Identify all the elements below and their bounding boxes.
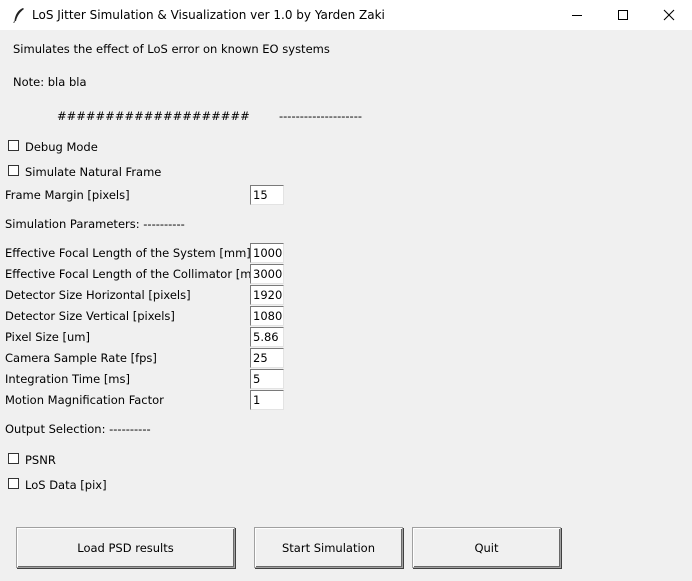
pixel-size-input[interactable] xyxy=(250,327,284,347)
pixel-size-label: Pixel Size [um] xyxy=(5,330,90,344)
description-text: Simulates the effect of LoS error on kno… xyxy=(13,42,330,56)
focal-length-system-input[interactable] xyxy=(250,243,284,263)
title-bar: LoS Jitter Simulation & Visualization ve… xyxy=(0,0,692,30)
motion-magnification-label: Motion Magnification Factor xyxy=(5,393,164,407)
integration-time-input[interactable] xyxy=(250,369,284,389)
minimize-button[interactable] xyxy=(554,0,600,30)
psnr-label: PSNR xyxy=(25,453,56,467)
maximize-icon xyxy=(618,10,628,20)
motion-magnification-input[interactable] xyxy=(250,390,284,410)
psnr-checkbox[interactable] xyxy=(8,453,19,464)
camera-sample-rate-input[interactable] xyxy=(250,348,284,368)
focal-length-system-label: Effective Focal Length of the System [mm… xyxy=(5,246,251,260)
close-button[interactable] xyxy=(646,0,692,30)
focal-length-collimator-label: Effective Focal Length of the Collimator… xyxy=(5,267,268,281)
frame-margin-input[interactable] xyxy=(250,185,284,205)
output-selection-header: Output Selection: ---------- xyxy=(5,422,151,436)
note-text: Note: bla bla xyxy=(13,75,87,89)
minimize-icon xyxy=(572,15,582,16)
simulation-parameters-header: Simulation Parameters: ---------- xyxy=(5,217,185,231)
feather-icon xyxy=(12,7,26,23)
debug-mode-checkbox[interactable] xyxy=(8,140,19,151)
frame-margin-label: Frame Margin [pixels] xyxy=(5,188,130,202)
simulate-natural-frame-label: Simulate Natural Frame xyxy=(25,165,162,179)
los-data-checkbox[interactable] xyxy=(8,478,19,489)
debug-mode-label: Debug Mode xyxy=(25,140,98,154)
close-icon xyxy=(663,9,675,21)
detector-size-horizontal-label: Detector Size Horizontal [pixels] xyxy=(5,288,191,302)
dash-separator: -------------------- xyxy=(279,109,362,123)
window-title: LoS Jitter Simulation & Visualization ve… xyxy=(32,8,385,22)
load-psd-results-button[interactable]: Load PSD results xyxy=(16,527,235,568)
integration-time-label: Integration Time [ms] xyxy=(5,372,130,386)
detector-size-horizontal-input[interactable] xyxy=(250,285,284,305)
focal-length-collimator-input[interactable] xyxy=(250,264,284,284)
hash-separator: #################### xyxy=(57,109,250,123)
los-data-label: LoS Data [pix] xyxy=(25,478,107,492)
maximize-button[interactable] xyxy=(600,0,646,30)
quit-button[interactable]: Quit xyxy=(412,527,561,568)
detector-size-vertical-input[interactable] xyxy=(250,306,284,326)
detector-size-vertical-label: Detector Size Vertical [pixels] xyxy=(5,309,175,323)
camera-sample-rate-label: Camera Sample Rate [fps] xyxy=(5,351,157,365)
start-simulation-button[interactable]: Start Simulation xyxy=(254,527,403,568)
simulate-natural-frame-checkbox[interactable] xyxy=(8,165,19,176)
